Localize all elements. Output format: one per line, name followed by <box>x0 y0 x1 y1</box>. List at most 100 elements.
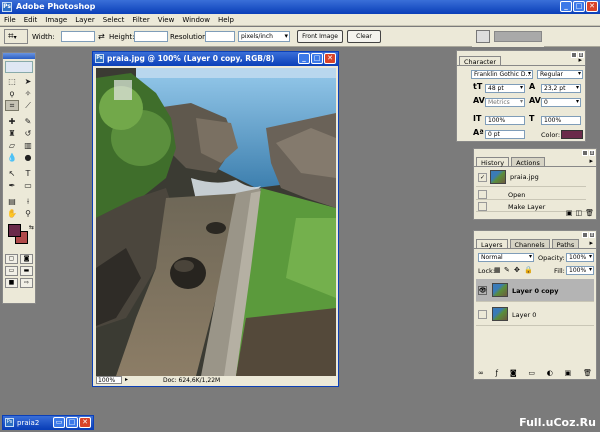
quick-mask-button[interactable]: ◙ <box>20 254 33 264</box>
trash-icon[interactable]: 🗑 <box>583 369 592 378</box>
minimized-document-window[interactable]: Ps praia2 ▭ □ ✕ <box>2 415 94 430</box>
doc-maximize-button[interactable]: □ <box>311 53 323 64</box>
doc-minimize-button[interactable]: _ <box>298 53 310 64</box>
image-canvas[interactable] <box>96 68 336 376</box>
marquee-icon[interactable]: ⬚ <box>5 76 19 87</box>
menu-select[interactable]: Select <box>99 14 129 25</box>
lock-image-icon[interactable]: ✎ <box>504 266 510 274</box>
adobe-online-icon[interactable] <box>5 61 33 73</box>
font-style-select[interactable]: Regular <box>537 70 583 79</box>
menu-image[interactable]: Image <box>41 14 71 25</box>
panel-menu-icon[interactable]: ▸ <box>589 157 596 166</box>
visibility-box[interactable] <box>478 310 487 319</box>
link-layers-icon[interactable]: ∞ <box>478 369 484 378</box>
history-source-icon[interactable]: ✓ <box>478 173 487 182</box>
baseline-shift-input[interactable]: 0 pt <box>485 130 525 139</box>
lock-transparency-icon[interactable]: ▦ <box>494 266 501 274</box>
swap-dimensions-icon[interactable]: ⇄ <box>98 32 105 41</box>
menu-help[interactable]: Help <box>214 14 238 25</box>
new-document-from-state-icon[interactable]: ▣ <box>566 209 573 218</box>
front-image-button[interactable]: Front Image <box>297 30 343 43</box>
tab-paths[interactable]: Paths <box>551 239 580 249</box>
zoom-icon[interactable]: ⚲ <box>21 208 35 219</box>
font-family-select[interactable]: Franklin Gothic D... <box>471 70 533 79</box>
layer-mask-icon[interactable]: ◙ <box>510 369 517 378</box>
healing-icon[interactable]: ✚ <box>5 116 19 127</box>
clear-button[interactable]: Clear <box>347 30 381 43</box>
history-snapshot[interactable]: ✓ praia.jpg <box>476 169 586 187</box>
tab-character[interactable]: Character <box>459 56 502 66</box>
eyedropper-icon[interactable]: ⟊ <box>21 196 35 207</box>
menu-edit[interactable]: Edit <box>20 14 42 25</box>
opacity-input[interactable]: 100% <box>566 253 594 262</box>
fill-input[interactable]: 100% <box>566 266 594 275</box>
eraser-icon[interactable]: ▱ <box>5 140 19 151</box>
status-menu-arrow-icon[interactable]: ▸ <box>125 376 128 383</box>
jump-to-imageready-button[interactable]: ⇨ <box>20 278 33 288</box>
maximize-button[interactable]: □ <box>573 1 585 12</box>
shape-icon[interactable]: ▭ <box>21 180 35 191</box>
blur-icon[interactable]: 💧 <box>5 152 19 163</box>
tab-history[interactable]: History <box>476 157 510 167</box>
pen-icon[interactable]: ✒ <box>5 180 19 191</box>
layer-set-icon[interactable]: ▭ <box>528 369 535 378</box>
height-input[interactable] <box>134 31 168 42</box>
tab-actions[interactable]: Actions <box>511 157 545 167</box>
screen-mode-standard-button[interactable]: ▭ <box>5 266 18 276</box>
palette-well[interactable] <box>494 31 542 42</box>
toolbox-grip[interactable] <box>3 53 35 59</box>
trash-icon[interactable]: 🗑 <box>585 209 594 218</box>
resolution-input[interactable] <box>205 31 235 42</box>
tracking-select[interactable]: 0 <box>541 98 581 107</box>
layer-row-layer-0[interactable]: Layer 0 <box>476 303 594 326</box>
foreground-color-swatch[interactable] <box>8 224 21 237</box>
panel-close-icon[interactable]: x <box>589 232 595 238</box>
brush-icon[interactable]: ✎ <box>21 116 35 127</box>
kerning-select[interactable]: Metrics <box>485 98 525 107</box>
dodge-icon[interactable]: ● <box>21 152 35 163</box>
menu-layer[interactable]: Layer <box>71 14 99 25</box>
swap-colors-icon[interactable]: ⇆ <box>29 224 34 231</box>
eye-icon[interactable]: 👁 <box>478 286 487 295</box>
width-input[interactable] <box>61 31 95 42</box>
magic-wand-icon[interactable]: ✧ <box>21 88 35 99</box>
stamp-icon[interactable]: ♜ <box>5 128 19 139</box>
layer-row-layer-0-copy[interactable]: 👁 Layer 0 copy <box>476 279 594 302</box>
new-snapshot-icon[interactable]: ◫ <box>575 209 582 218</box>
slice-icon[interactable]: ⟋ <box>21 100 35 111</box>
panel-minimize-icon[interactable]: _ <box>571 52 577 58</box>
menu-view[interactable]: View <box>154 14 179 25</box>
panel-minimize-icon[interactable]: _ <box>582 232 588 238</box>
close-button[interactable]: ✕ <box>586 1 598 12</box>
path-select-icon[interactable]: ↖ <box>5 168 19 179</box>
text-color-swatch[interactable] <box>561 130 583 139</box>
history-brush-icon[interactable]: ↺ <box>21 128 35 139</box>
hand-icon[interactable]: ✋ <box>5 208 19 219</box>
document-title-bar[interactable]: Ps praia.jpg @ 100% (Layer 0 copy, RGB/8… <box>93 52 338 66</box>
panel-close-icon[interactable]: x <box>589 150 595 156</box>
tab-layers[interactable]: Layers <box>476 239 508 249</box>
move-icon[interactable]: ➤ <box>21 76 35 87</box>
minimize-button[interactable]: _ <box>560 1 572 12</box>
font-size-select[interactable]: 48 pt <box>485 84 525 93</box>
zoom-field[interactable]: 100% <box>96 376 122 384</box>
horizontal-scale-input[interactable]: 100% <box>541 116 581 125</box>
blend-mode-select[interactable]: Normal <box>478 253 534 262</box>
history-state-open[interactable]: Open <box>476 189 586 200</box>
menu-window[interactable]: Window <box>178 14 214 25</box>
file-browser-icon[interactable] <box>476 30 490 43</box>
lock-all-icon[interactable]: 🔒 <box>524 266 533 274</box>
standard-mode-button[interactable]: ▢ <box>5 254 18 264</box>
panel-menu-icon[interactable]: ▸ <box>589 239 596 248</box>
leading-select[interactable]: 23,2 pt <box>541 84 581 93</box>
restore-button[interactable]: ▭ <box>53 417 65 428</box>
adjustment-layer-icon[interactable]: ◐ <box>547 369 553 378</box>
doc-close-button[interactable]: ✕ <box>324 53 336 64</box>
lock-position-icon[interactable]: ✥ <box>514 266 520 274</box>
notes-icon[interactable]: ▤ <box>5 196 19 207</box>
maximize-button[interactable]: □ <box>66 417 78 428</box>
new-layer-icon[interactable]: ▣ <box>565 369 572 378</box>
menu-filter[interactable]: Filter <box>128 14 153 25</box>
crop-icon[interactable]: ⌗ <box>5 100 19 111</box>
tool-preset-picker[interactable]: ⌗▾ <box>4 29 28 44</box>
